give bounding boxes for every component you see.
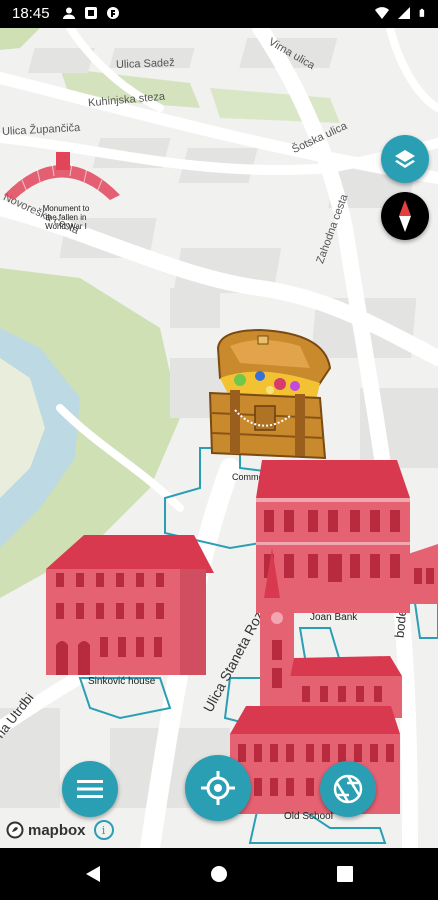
- status-bar: 18:45: [0, 0, 438, 28]
- signal-icon: [398, 7, 410, 19]
- poi-label-old-school: Old School: [284, 811, 333, 822]
- system-navigation-bar: [0, 848, 438, 900]
- account-icon: [63, 7, 75, 19]
- school-building-model[interactable]: [226, 704, 402, 814]
- layers-icon: [395, 150, 415, 168]
- locate-button[interactable]: [185, 755, 251, 821]
- map-view[interactable]: Ulica Sadež Virna ulica Kuhinjska steza …: [0, 28, 438, 848]
- back-icon[interactable]: [84, 865, 102, 883]
- compass-icon: [399, 200, 411, 232]
- mapbox-attribution[interactable]: mapbox i: [6, 820, 114, 840]
- poi-label-monument: Monument to the fallen in World War I: [42, 204, 90, 231]
- system-icons: [375, 6, 428, 20]
- app-notification-icon: [85, 7, 97, 19]
- mapbox-wordmark: mapbox: [28, 821, 86, 839]
- menu-button[interactable]: [62, 761, 118, 817]
- street-label: Ulica Sadež: [115, 56, 175, 72]
- layers-button[interactable]: [381, 135, 429, 183]
- poi-label-sinkovic: Sinković house: [88, 676, 156, 687]
- sinkovic-house-model[interactable]: [44, 533, 216, 675]
- status-time: 18:45: [12, 5, 50, 22]
- menu-icon: [77, 780, 103, 798]
- treasure-chest-marker[interactable]: [200, 328, 340, 468]
- notification-icons: [62, 6, 120, 20]
- wifi-icon: [375, 7, 389, 19]
- monument-model[interactable]: [2, 150, 122, 205]
- church-building-model[interactable]: [250, 548, 405, 718]
- camera-button[interactable]: [320, 761, 376, 817]
- side-building-model: [408, 544, 438, 604]
- compass-button[interactable]: [381, 192, 429, 240]
- battery-icon: [419, 8, 425, 17]
- firefox-icon: [107, 7, 119, 19]
- aperture-icon: [333, 774, 363, 804]
- home-icon[interactable]: [210, 865, 228, 883]
- crosshair-icon: [201, 771, 235, 805]
- recents-icon[interactable]: [337, 866, 353, 882]
- mapbox-logo-icon: [6, 821, 24, 839]
- info-icon[interactable]: i: [93, 820, 114, 840]
